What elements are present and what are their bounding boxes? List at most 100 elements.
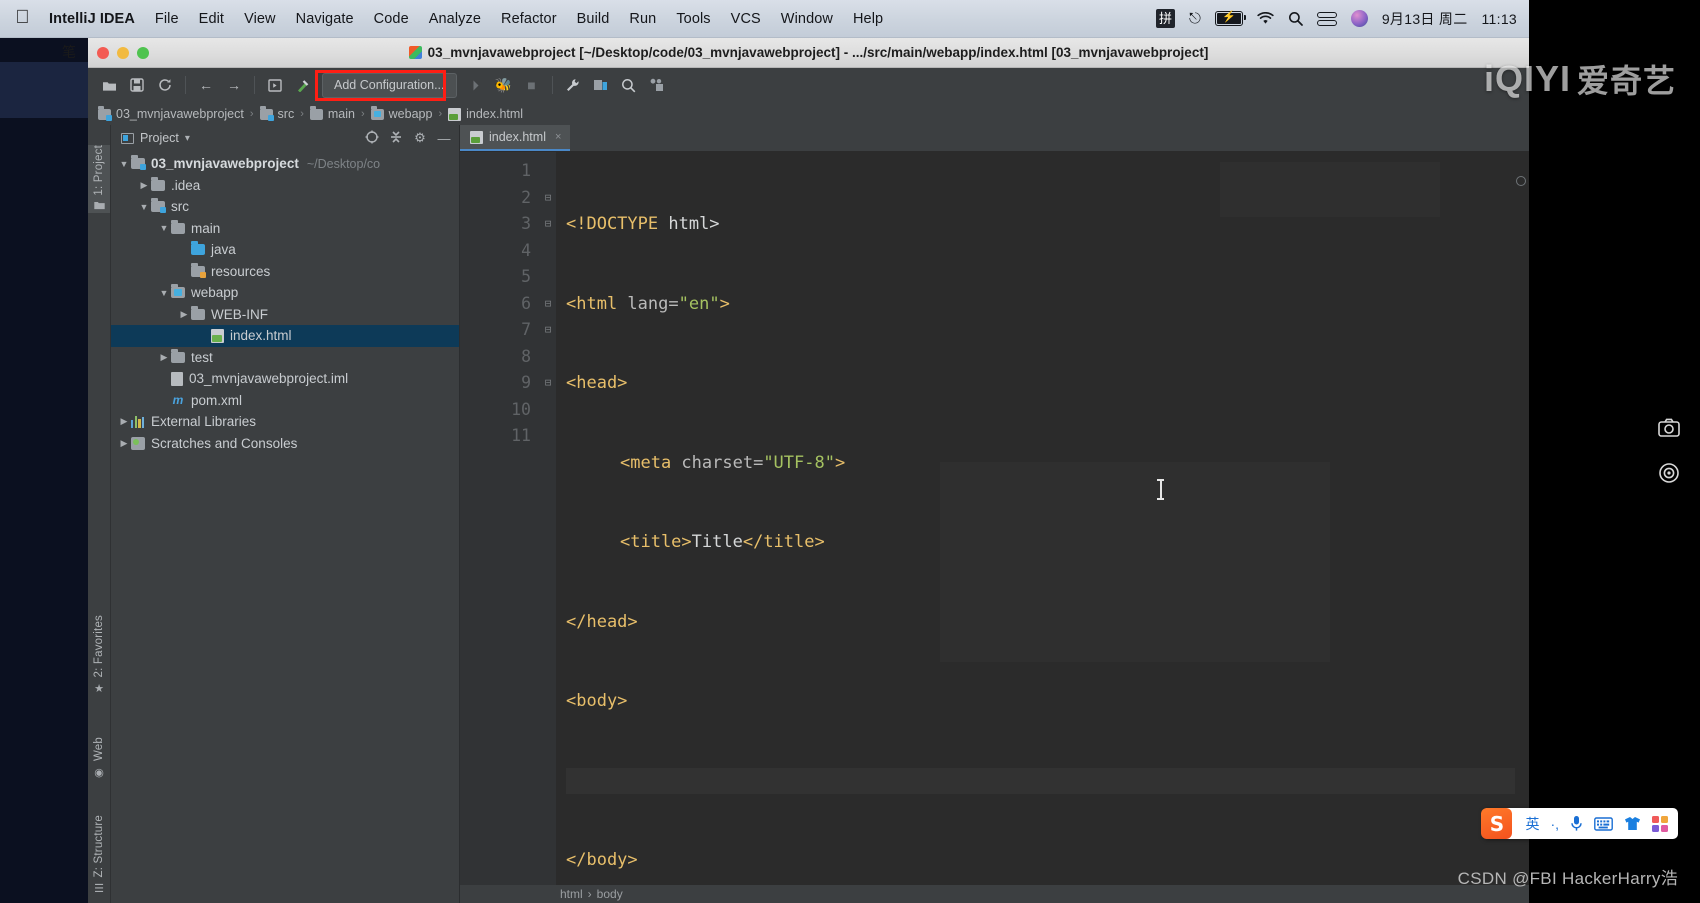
menu-item-file[interactable]: File xyxy=(145,11,189,27)
siri-icon[interactable] xyxy=(1350,10,1368,27)
wrench-settings-icon[interactable] xyxy=(560,73,586,97)
inspection-status-icon[interactable] xyxy=(1516,176,1526,186)
menu-item-vcs[interactable]: VCS xyxy=(721,11,771,27)
breadcrumb-item-main[interactable]: main xyxy=(309,105,355,121)
menu-item-run[interactable]: Run xyxy=(619,11,666,27)
tree-row-test[interactable]: ▶ test xyxy=(111,347,459,369)
chevron-down-icon[interactable]: ▼ xyxy=(157,288,171,298)
tab-index-html[interactable]: index.html × xyxy=(460,125,571,151)
chevron-right-icon[interactable]: ▶ xyxy=(117,416,131,427)
search-everywhere-icon[interactable] xyxy=(616,73,642,97)
forward-arrow-icon[interactable]: → xyxy=(221,73,247,97)
gear-settings-icon[interactable]: ⚙ xyxy=(411,130,429,146)
menu-item-tools[interactable]: Tools xyxy=(666,11,720,27)
menu-item-navigate[interactable]: Navigate xyxy=(286,11,364,27)
breadcrumb-item-src[interactable]: src xyxy=(259,105,294,121)
tree-row-scratches-consoles[interactable]: ▶ Scratches and Consoles xyxy=(111,433,459,455)
breadcrumb-item-webapp[interactable]: webapp xyxy=(370,105,432,121)
chevron-right-icon[interactable]: ▶ xyxy=(157,352,171,363)
chevron-down-icon[interactable]: ▼ xyxy=(157,223,171,233)
ime-punctuation-toggle[interactable]: ·, xyxy=(1550,816,1559,832)
sogou-ime-toolbar[interactable]: S 英 ·, xyxy=(1481,808,1678,839)
tree-row-src[interactable]: ▼ src xyxy=(111,196,459,218)
tree-row-pom-xml[interactable]: m pom.xml xyxy=(111,390,459,412)
save-all-icon[interactable] xyxy=(124,73,150,97)
sidebar-item-favorites[interactable]: ★ 2: Favorites xyxy=(88,615,110,695)
open-folder-icon[interactable] xyxy=(96,73,122,97)
menu-item-analyze[interactable]: Analyze xyxy=(419,11,491,27)
code-folding-column[interactable]: ⊟ ⊟ ⊟ ⊟ ⊟ xyxy=(540,152,556,903)
locate-target-icon[interactable] xyxy=(363,130,381,147)
apple-logo-icon[interactable]:  xyxy=(14,8,31,28)
editor-marker-gutter[interactable] xyxy=(1515,152,1529,903)
sidebar-item-web[interactable]: ◉ Web xyxy=(88,737,110,779)
pinyin-ime-icon[interactable]: 拼 xyxy=(1155,9,1175,28)
sidebar-item-structure[interactable]: ☰ Z: Structure xyxy=(88,815,110,895)
chevron-right-icon[interactable]: ▶ xyxy=(117,438,131,449)
tree-row-index-html[interactable]: index.html xyxy=(111,325,459,347)
chevron-right-icon[interactable]: ▶ xyxy=(137,180,151,191)
stop-icon[interactable]: ■ xyxy=(519,73,545,97)
tree-row-webapp[interactable]: ▼ webapp xyxy=(111,282,459,304)
breadcrumb-item-project[interactable]: 03_mvnjavawebproject xyxy=(98,105,244,121)
add-configuration-button[interactable]: Add Configuration... xyxy=(322,72,457,98)
tree-row-java[interactable]: java xyxy=(111,239,459,261)
project-structure-icon[interactable] xyxy=(588,73,614,97)
tree-row-main[interactable]: ▼ main xyxy=(111,218,459,240)
chevron-down-icon[interactable]: ▼ xyxy=(117,159,131,169)
menu-item-refactor[interactable]: Refactor xyxy=(491,11,567,27)
microphone-icon[interactable] xyxy=(1570,815,1583,832)
show-ui-designer-icon[interactable] xyxy=(262,73,288,97)
tree-row-idea[interactable]: ▶ .idea xyxy=(111,175,459,197)
status-breadcrumb-body[interactable]: body xyxy=(597,887,623,901)
fold-marker[interactable]: ⊟ xyxy=(540,211,556,238)
menu-item-build[interactable]: Build xyxy=(567,11,620,27)
search-icon[interactable] xyxy=(1288,11,1303,26)
sidebar-item-project[interactable]: 1: Project xyxy=(88,145,110,213)
apps-grid-icon[interactable] xyxy=(1652,815,1668,832)
menu-item-help[interactable]: Help xyxy=(843,11,893,27)
tree-row-project-root[interactable]: ▼ 03_mvnjavawebproject ~/Desktop/co xyxy=(111,153,459,175)
chevron-down-icon[interactable]: ▾ xyxy=(185,133,190,144)
tree-row-resources[interactable]: resources xyxy=(111,261,459,283)
chevron-right-icon[interactable]: ▶ xyxy=(177,309,191,320)
menu-item-edit[interactable]: Edit xyxy=(189,11,234,27)
fold-marker[interactable]: ⊟ xyxy=(540,291,556,318)
sync-refresh-icon[interactable] xyxy=(152,73,178,97)
target-record-icon[interactable] xyxy=(1654,458,1684,488)
battery-charging-icon[interactable]: ⚡ xyxy=(1214,11,1246,26)
shirt-skin-icon[interactable] xyxy=(1624,816,1641,831)
update-project-icon[interactable] xyxy=(644,73,670,97)
keyboard-icon[interactable] xyxy=(1594,816,1613,831)
menu-item-code[interactable]: Code xyxy=(364,11,419,27)
code-editor[interactable]: 1 2 3 4 5 6 7 8 9 10 11 ⊟ ⊟ ⊟ ⊟ ⊟ <!DOCT… xyxy=(460,152,1529,903)
debug-icon[interactable]: 🐝 xyxy=(491,73,517,97)
build-hammer-icon[interactable] xyxy=(290,73,316,97)
menu-item-intellij-idea[interactable]: IntelliJ IDEA xyxy=(47,11,145,27)
menu-item-view[interactable]: View xyxy=(234,11,286,27)
sogou-logo-icon[interactable]: S xyxy=(1481,808,1513,839)
fold-marker[interactable]: ⊟ xyxy=(540,185,556,212)
camera-screenshot-icon[interactable] xyxy=(1654,412,1684,442)
hide-panel-icon[interactable]: — xyxy=(435,131,453,146)
run-icon[interactable]: ⏵ xyxy=(463,73,489,97)
breadcrumb-item-index-html[interactable]: index.html xyxy=(448,107,523,121)
source-code-text[interactable]: <!DOCTYPE html> <html lang="en"> <head> … xyxy=(556,152,1529,903)
code-token: html> xyxy=(668,214,720,234)
timemachine-icon[interactable] xyxy=(1316,11,1337,26)
fold-marker[interactable]: ⊟ xyxy=(540,370,556,397)
close-icon[interactable]: × xyxy=(555,131,561,143)
back-arrow-icon[interactable]: ← xyxy=(193,73,219,97)
tree-row-external-libraries[interactable]: ▶ External Libraries xyxy=(111,411,459,433)
menu-item-window[interactable]: Window xyxy=(771,11,843,27)
fold-marker[interactable]: ⊟ xyxy=(540,317,556,344)
status-breadcrumb-html[interactable]: html xyxy=(560,887,583,901)
ime-language-toggle[interactable]: 英 xyxy=(1525,814,1539,834)
tree-row-web-inf[interactable]: ▶ WEB-INF xyxy=(111,304,459,326)
tree-item-label: resources xyxy=(211,263,271,279)
collapse-all-icon[interactable] xyxy=(387,130,405,147)
bluetooth-icon[interactable]: ⎋ xyxy=(1189,10,1201,27)
wifi-icon[interactable] xyxy=(1257,12,1274,25)
chevron-down-icon[interactable]: ▼ xyxy=(137,202,151,212)
tree-row-iml[interactable]: 03_mvnjavawebproject.iml xyxy=(111,368,459,390)
